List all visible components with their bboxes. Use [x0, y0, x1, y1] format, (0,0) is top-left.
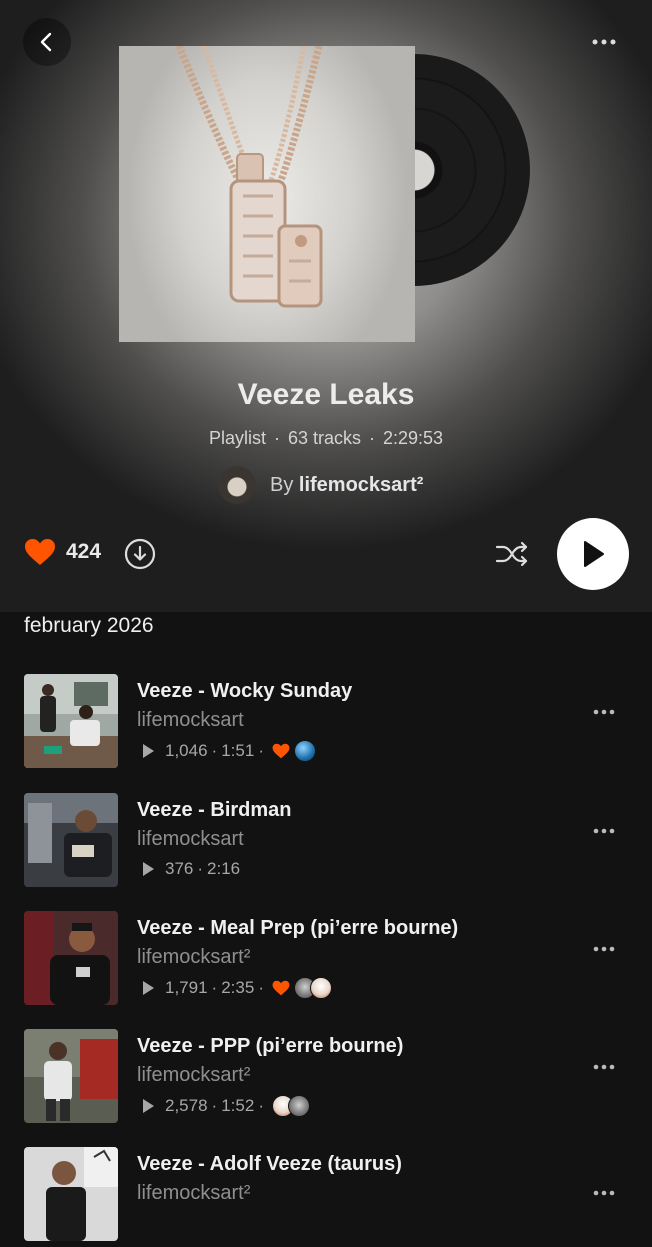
liked-heart-icon [272, 980, 290, 996]
chain-pendant-image [175, 46, 323, 308]
section-header: february 2026 [24, 614, 154, 637]
heart-icon [25, 539, 55, 565]
playlist-cover-art[interactable] [119, 46, 415, 342]
more-horizontal-icon [593, 828, 615, 834]
reposter-avatar[interactable] [293, 740, 316, 762]
track-artist[interactable]: lifemocksart² [137, 1182, 250, 1205]
track-artist[interactable]: lifemocksart [137, 828, 244, 851]
track-row[interactable]: Veeze - Adolf Veeze (taurus) lifemocksar… [0, 1147, 652, 1247]
playlist-type: Playlist [208, 428, 266, 448]
playlist-duration: 2:29:53 [382, 428, 444, 448]
track-title[interactable]: Veeze - Adolf Veeze (taurus) [137, 1153, 402, 1176]
more-horizontal-icon [593, 946, 615, 952]
track-more-button[interactable] [588, 1183, 620, 1203]
track-title[interactable]: Veeze - Birdman [137, 799, 292, 822]
more-horizontal-icon [593, 1190, 615, 1196]
play-count-icon [143, 862, 154, 876]
track-stats: 1,791 · 2:35 · [141, 977, 332, 999]
track-duration: 2:16 [207, 859, 241, 878]
author-avatar[interactable] [218, 466, 256, 504]
like-button[interactable]: 424 [24, 538, 101, 566]
play-icon [584, 541, 604, 567]
track-artwork[interactable] [24, 1147, 118, 1241]
play-count: 2,578 [165, 1096, 208, 1115]
back-button[interactable] [23, 18, 71, 66]
download-icon [124, 538, 156, 570]
chevron-left-icon [40, 32, 52, 52]
reposter-avatar[interactable] [287, 1095, 310, 1117]
track-row[interactable]: Veeze - PPP (pi’erre bourne) lifemocksar… [0, 1029, 652, 1129]
track-duration: 1:51 [221, 741, 255, 760]
playlist-meta: Playlist · 63 tracks · 2:29:53 [208, 428, 444, 448]
track-duration: 2:35 [221, 978, 255, 997]
play-count: 1,046 [165, 741, 208, 760]
play-count-icon [143, 744, 154, 758]
play-count-icon [143, 1099, 154, 1113]
track-title[interactable]: Veeze - PPP (pi’erre bourne) [137, 1035, 403, 1058]
more-horizontal-icon [593, 1064, 615, 1070]
track-more-button[interactable] [588, 702, 620, 722]
by-label: By [270, 473, 294, 496]
track-more-button[interactable] [588, 821, 620, 841]
more-options-button[interactable] [588, 26, 620, 58]
play-count: 1,791 [165, 978, 208, 997]
play-count: 376 [165, 859, 194, 878]
reposter-avatar[interactable] [309, 977, 332, 999]
track-count: 63 tracks [287, 428, 361, 448]
track-row[interactable]: Veeze - Meal Prep (pi’erre bourne) lifem… [0, 911, 652, 1011]
track-title[interactable]: Veeze - Meal Prep (pi’erre bourne) [137, 917, 458, 940]
track-more-button[interactable] [588, 939, 620, 959]
like-count: 424 [66, 540, 102, 563]
liked-heart-icon [272, 743, 290, 759]
track-row[interactable]: Veeze - Wocky Sunday lifemocksart 1,046 ·… [0, 674, 652, 774]
play-count-icon [143, 981, 154, 995]
track-artwork[interactable] [24, 911, 118, 1005]
download-button[interactable] [124, 538, 156, 570]
playlist-actions: 424 [0, 512, 652, 598]
track-more-button[interactable] [588, 1057, 620, 1077]
track-artwork[interactable] [24, 793, 118, 887]
shuffle-button[interactable] [494, 538, 530, 570]
track-artwork[interactable] [24, 674, 118, 768]
playlist-author[interactable]: By lifemocksart² [218, 464, 423, 506]
track-stats: 376 · 2:16 [141, 859, 240, 879]
track-artist[interactable]: lifemocksart² [137, 946, 250, 969]
track-artwork[interactable] [24, 1029, 118, 1123]
track-duration: 1:52 [221, 1096, 255, 1115]
more-horizontal-icon [592, 39, 616, 45]
shuffle-icon [495, 541, 528, 567]
play-button[interactable] [557, 518, 629, 590]
track-artist[interactable]: lifemocksart [137, 709, 244, 732]
track-stats: 2,578 · 1:52 · [141, 1095, 310, 1117]
more-horizontal-icon [593, 709, 615, 715]
track-row[interactable]: Veeze - Birdman lifemocksart 376 · 2:16 [0, 793, 652, 893]
author-name[interactable]: lifemocksart² [299, 474, 424, 496]
track-artist[interactable]: lifemocksart² [137, 1064, 250, 1087]
track-stats: 1,046 · 1:51 · [141, 740, 316, 762]
playlist-title: Veeze Leaks [237, 378, 415, 411]
track-title[interactable]: Veeze - Wocky Sunday [137, 680, 352, 703]
